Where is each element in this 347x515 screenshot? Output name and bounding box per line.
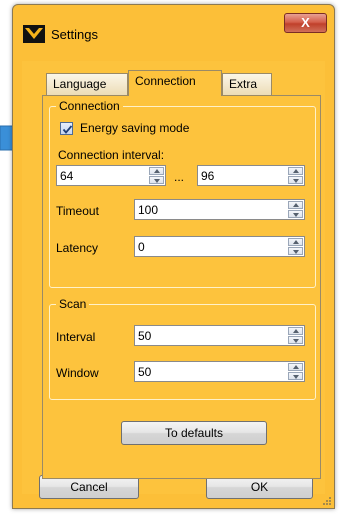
latency-label: Latency	[56, 241, 99, 255]
scan-group: Scan Interval 50 Window 50	[49, 297, 316, 400]
close-button[interactable]: X	[284, 13, 327, 33]
resize-grip-icon[interactable]	[322, 496, 332, 506]
interval-min-down-button[interactable]	[149, 176, 164, 184]
interval-min-stepper[interactable]: 64	[56, 165, 166, 186]
timeout-stepper[interactable]: 100	[134, 199, 305, 220]
dialog-client-area: Language Connection Extra Connection Ene…	[22, 61, 325, 499]
connection-group-label: Connection	[56, 99, 123, 113]
title-bar[interactable]: Settings X	[13, 5, 334, 61]
scan-window-value[interactable]: 50	[138, 365, 151, 379]
checkmark-icon	[62, 125, 73, 134]
latency-down-button[interactable]	[288, 247, 303, 255]
tab-connection[interactable]: Connection	[128, 70, 222, 96]
interval-min-value[interactable]: 64	[60, 169, 73, 183]
to-defaults-button[interactable]: To defaults	[121, 421, 267, 445]
timeout-down-button[interactable]	[288, 210, 303, 218]
energy-saving-checkbox[interactable]	[60, 122, 73, 135]
energy-saving-label[interactable]: Energy saving mode	[80, 121, 189, 135]
latency-up-button[interactable]	[288, 238, 303, 246]
connection-tab-panel: Connection Energy saving mode Connection…	[42, 95, 321, 479]
interval-max-value[interactable]: 96	[201, 169, 214, 183]
scan-window-up-button[interactable]	[288, 363, 303, 371]
timeout-label: Timeout	[56, 204, 99, 218]
interval-max-down-button[interactable]	[288, 176, 303, 184]
interval-range-separator: ...	[174, 170, 185, 184]
connection-group: Connection Energy saving mode Connection…	[49, 99, 316, 288]
window-title: Settings	[51, 27, 98, 42]
interval-max-stepper[interactable]: 96	[197, 165, 305, 186]
scan-interval-up-button[interactable]	[288, 327, 303, 335]
timeout-up-button[interactable]	[288, 201, 303, 209]
scan-interval-down-button[interactable]	[288, 336, 303, 344]
settings-window: Settings X Language Connection Extra Con…	[12, 4, 335, 509]
scan-interval-value[interactable]: 50	[138, 329, 151, 343]
scan-window-down-button[interactable]	[288, 372, 303, 380]
connection-interval-label: Connection interval:	[58, 148, 165, 162]
scan-interval-stepper[interactable]: 50	[134, 325, 305, 346]
tab-language[interactable]: Language	[46, 73, 128, 95]
tab-extra[interactable]: Extra	[222, 73, 272, 95]
scan-window-label: Window	[56, 366, 99, 380]
scan-window-stepper[interactable]: 50	[134, 361, 305, 382]
close-icon: X	[301, 15, 310, 30]
scan-group-label: Scan	[56, 297, 90, 311]
interval-min-up-button[interactable]	[149, 167, 164, 175]
latency-value[interactable]: 0	[138, 240, 145, 254]
scan-interval-label: Interval	[56, 330, 96, 344]
interval-max-up-button[interactable]	[288, 167, 303, 175]
latency-stepper[interactable]: 0	[134, 236, 305, 257]
timeout-value[interactable]: 100	[138, 203, 158, 217]
app-logo-icon	[23, 25, 45, 43]
